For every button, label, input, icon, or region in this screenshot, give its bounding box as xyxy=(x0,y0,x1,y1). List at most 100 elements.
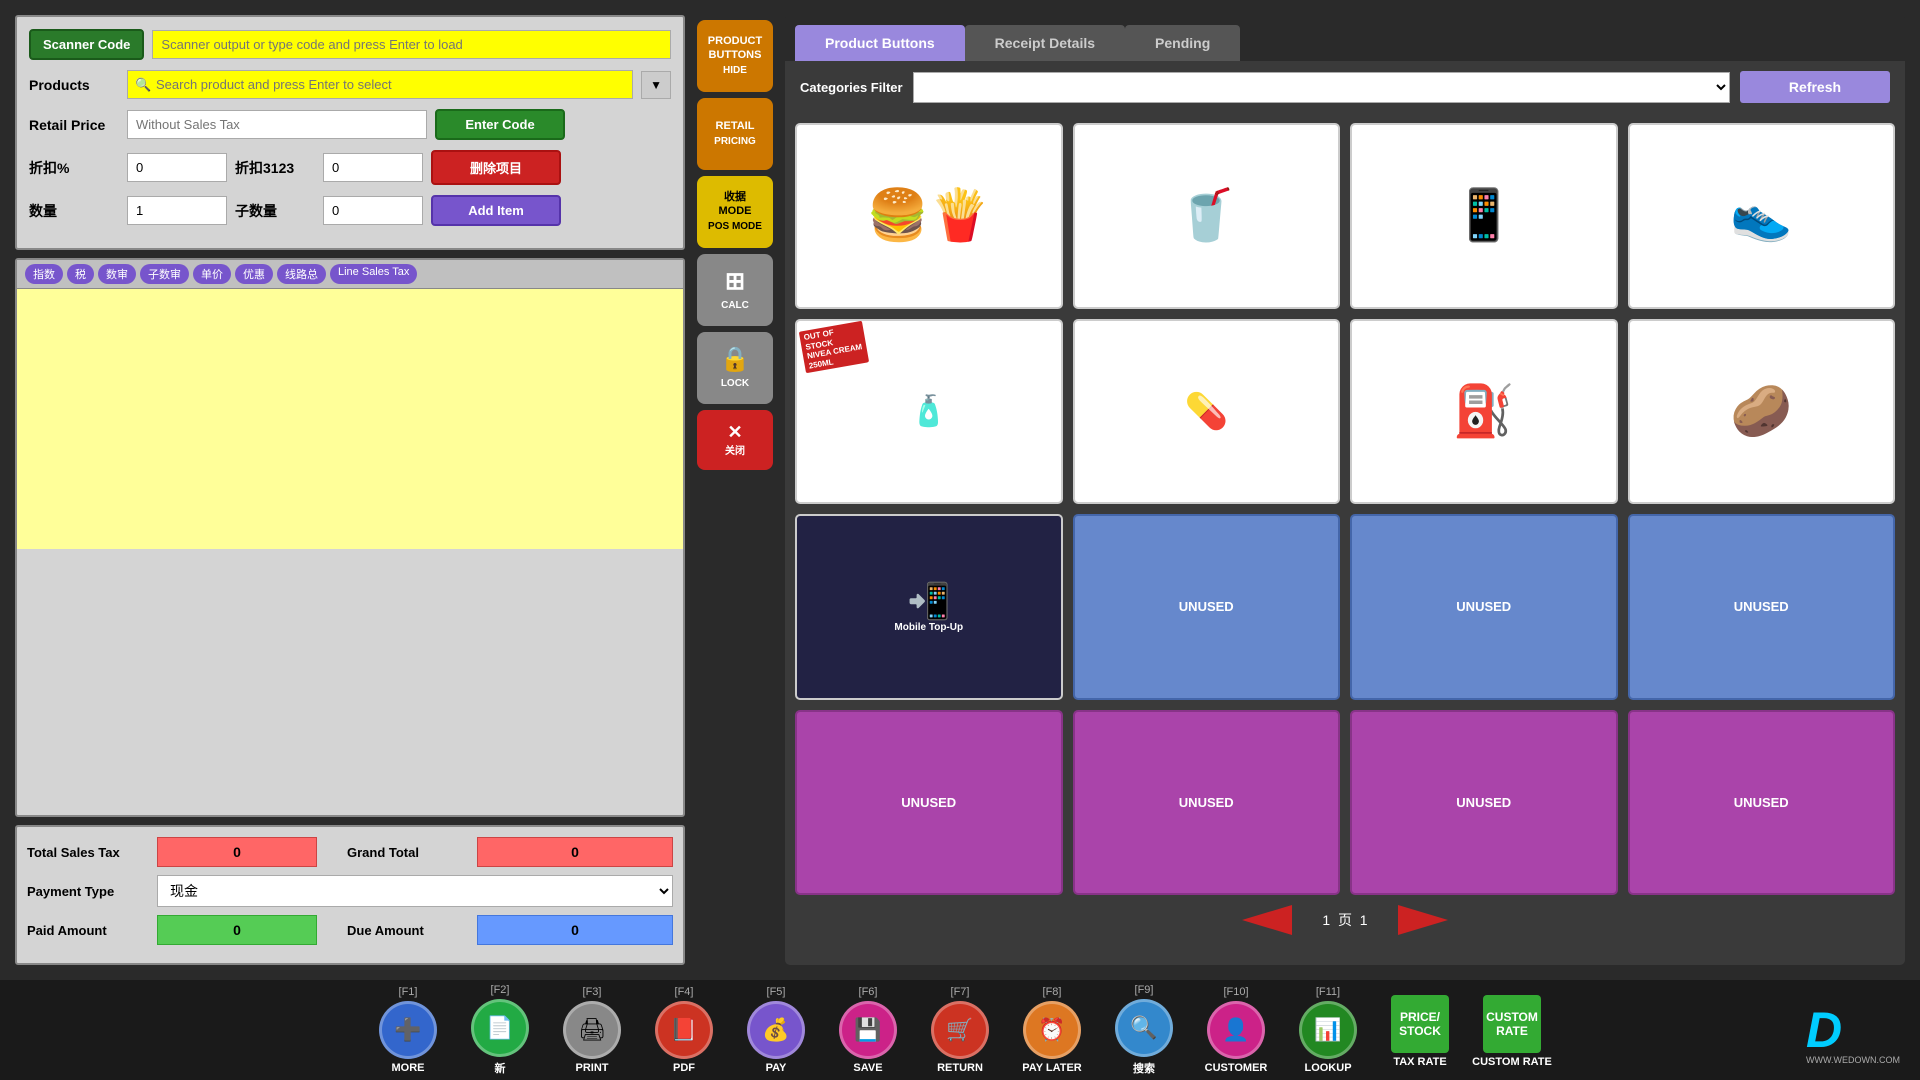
grand-total-value: 0 xyxy=(477,837,673,867)
f3-key: [F3] xyxy=(583,986,602,998)
quantity-row: 数量 子数量 Add Item xyxy=(29,195,671,226)
order-table: 指数 税 数审 子数审 单价 优惠 线路总 Line Sales Tax xyxy=(15,258,685,817)
next-page-arrow[interactable] xyxy=(1398,905,1448,935)
product-image-7: 🥔 xyxy=(1630,321,1894,503)
product-buttons-btn[interactable]: PRODUCTBUTTONS HIDE xyxy=(697,20,773,92)
quantity-label: 数量 xyxy=(29,201,119,221)
header-chip-4[interactable]: 单价 xyxy=(193,264,231,284)
products-search-input[interactable] xyxy=(127,70,633,99)
total-sales-tax-value: 0 xyxy=(157,837,317,867)
delete-button[interactable]: 删除项目 xyxy=(431,150,561,185)
retail-price-label: Retail Price xyxy=(29,117,119,133)
mobile-topup-icon: 📲 xyxy=(907,581,951,622)
search-icon: 🔍 xyxy=(135,77,151,93)
pay-icon: 💰 xyxy=(747,1001,805,1059)
sub-quantity-label: 子数量 xyxy=(235,201,315,221)
product-cell-14[interactable]: UNUSED xyxy=(1350,710,1618,896)
product-cell-4[interactable]: 🧴 OUT OFSTOCKNIVEA CREAM250ML xyxy=(795,319,1063,505)
tab-product-buttons[interactable]: Product Buttons xyxy=(795,25,965,61)
product-cell-9[interactable]: UNUSED xyxy=(1073,514,1341,700)
prev-page-arrow[interactable] xyxy=(1242,905,1292,935)
header-chip-3[interactable]: 子数审 xyxy=(140,264,189,284)
discount-row: 折扣% 折扣3123 删除项目 xyxy=(29,150,671,185)
toolbar-pay[interactable]: [F5] 💰 PAY xyxy=(736,986,816,1074)
paid-amount-value: 0 xyxy=(157,915,317,945)
totals-row-1: Total Sales Tax 0 Grand Total 0 xyxy=(27,837,673,867)
grand-total-label: Grand Total xyxy=(347,845,467,860)
retail-pricing-btn[interactable]: RETAIL PRICING xyxy=(697,98,773,170)
toolbar-more[interactable]: [F1] ➕ MORE xyxy=(368,986,448,1074)
product-cell-3[interactable]: 👟 xyxy=(1628,123,1896,309)
close-btn[interactable]: ✕ 关闭 xyxy=(697,410,773,470)
product-cell-2[interactable]: 📱 xyxy=(1350,123,1618,309)
products-dropdown[interactable]: ▼ xyxy=(641,71,671,99)
quantity-input[interactable] xyxy=(127,196,227,225)
toolbar-new[interactable]: [F2] 📄 新 xyxy=(460,984,540,1076)
product-cell-0[interactable]: 🍔🍟 xyxy=(795,123,1063,309)
scanner-button[interactable]: Scanner Code xyxy=(29,29,144,60)
product-cell-5[interactable]: 💊 xyxy=(1073,319,1341,505)
custom-rate-icon: CUSTOMRATE xyxy=(1483,995,1541,1053)
product-cell-12[interactable]: UNUSED xyxy=(795,710,1063,896)
mobile-topup-label: Mobile Top-Up xyxy=(894,622,963,633)
discount3123-input[interactable] xyxy=(323,153,423,182)
product-image-1: 🥤 xyxy=(1075,125,1339,307)
right-panel: Product Buttons Receipt Details Pending … xyxy=(785,15,1905,965)
toolbar-lookup[interactable]: [F11] 📊 LOOKUP xyxy=(1288,986,1368,1074)
new-icon: 📄 xyxy=(471,999,529,1057)
close-icon: ✕ xyxy=(727,422,742,444)
tab-receipt-details[interactable]: Receipt Details xyxy=(965,25,1125,61)
product-cell-7[interactable]: 🥔 xyxy=(1628,319,1896,505)
toolbar-custom-rate[interactable]: CUSTOMRATE CUSTOM RATE xyxy=(1472,992,1552,1068)
header-chip-2[interactable]: 数审 xyxy=(98,264,136,284)
discount-input[interactable] xyxy=(127,153,227,182)
f1-key: [F1] xyxy=(399,986,418,998)
product-cell-11[interactable]: UNUSED xyxy=(1628,514,1896,700)
product-cell-13[interactable]: UNUSED xyxy=(1073,710,1341,896)
customer-label: CUSTOMER xyxy=(1205,1062,1268,1074)
discount3123-label: 折扣3123 xyxy=(235,158,315,178)
toolbar-save[interactable]: [F6] 💾 SAVE xyxy=(828,986,908,1074)
pay-label: PAY xyxy=(766,1062,787,1074)
form-section: Scanner Code Products 🔍 ▼ Retail Price xyxy=(15,15,685,250)
due-amount-value: 0 xyxy=(477,915,673,945)
categories-filter-select[interactable] xyxy=(913,72,1730,103)
bottom-toolbar: [F1] ➕ MORE [F2] 📄 新 [F3] 🖨 PRINT [F4] 📕… xyxy=(0,980,1920,1080)
header-chip-1[interactable]: 税 xyxy=(67,264,94,284)
pagination-text: 1 页 1 xyxy=(1322,910,1367,930)
toolbar-pdf[interactable]: [F4] 📕 PDF xyxy=(644,986,724,1074)
sub-quantity-input[interactable] xyxy=(323,196,423,225)
header-chip-7[interactable]: Line Sales Tax xyxy=(330,264,417,284)
product-grid: 🍔🍟 🥤 📱 👟 🧴 OUT OFSTOCKNIVEA CREAM2 xyxy=(795,123,1895,895)
products-search-wrapper: 🔍 xyxy=(127,70,633,99)
tab-pending[interactable]: Pending xyxy=(1125,25,1240,61)
toolbar-search[interactable]: [F9] 🔍 搜索 xyxy=(1104,984,1184,1076)
f11-key: [F11] xyxy=(1316,986,1340,998)
add-item-button[interactable]: Add Item xyxy=(431,195,561,226)
retail-price-input[interactable] xyxy=(127,110,427,139)
header-chip-6[interactable]: 线路总 xyxy=(277,264,326,284)
product-cell-6[interactable]: ⛽ xyxy=(1350,319,1618,505)
f7-key: [F7] xyxy=(951,986,970,998)
lock-btn[interactable]: 🔒 LOCK xyxy=(697,332,773,404)
payment-type-select[interactable]: 现金 xyxy=(157,875,673,907)
product-cell-15[interactable]: UNUSED xyxy=(1628,710,1896,896)
product-cell-8[interactable]: 📲 Mobile Top-Up xyxy=(795,514,1063,700)
toolbar-customer[interactable]: [F10] 👤 CUSTOMER xyxy=(1196,986,1276,1074)
print-icon: 🖨 xyxy=(563,1001,621,1059)
enter-code-button[interactable]: Enter Code xyxy=(435,109,565,140)
return-icon: 🛒 xyxy=(931,1001,989,1059)
calc-btn[interactable]: ⊞ CALC xyxy=(697,254,773,326)
header-chip-0[interactable]: 指数 xyxy=(25,264,63,284)
toolbar-tax-rate[interactable]: PRICE/STOCK TAX RATE xyxy=(1380,992,1460,1068)
header-chip-5[interactable]: 优惠 xyxy=(235,264,273,284)
product-cell-1[interactable]: 🥤 xyxy=(1073,123,1341,309)
toolbar-print[interactable]: [F3] 🖨 PRINT xyxy=(552,986,632,1074)
scanner-input[interactable] xyxy=(152,30,671,59)
payment-type-label: Payment Type xyxy=(27,884,147,899)
refresh-button[interactable]: Refresh xyxy=(1740,71,1890,103)
pos-mode-btn[interactable]: 收据MODE POS MODE xyxy=(697,176,773,248)
product-cell-10[interactable]: UNUSED xyxy=(1350,514,1618,700)
toolbar-pay-later[interactable]: [F8] ⏰ PAY LATER xyxy=(1012,986,1092,1074)
toolbar-return[interactable]: [F7] 🛒 RETURN xyxy=(920,986,1000,1074)
